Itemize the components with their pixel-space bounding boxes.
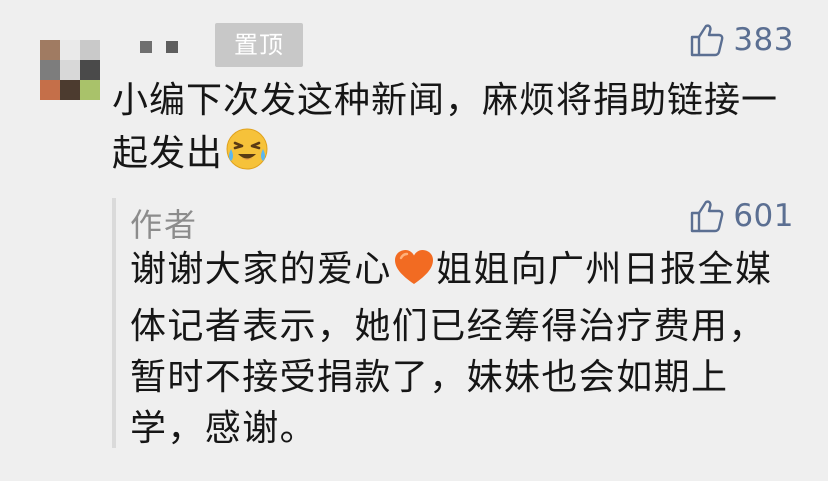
comment-like-count: 383: [733, 22, 794, 58]
reply-author-label[interactable]: 作者: [130, 200, 198, 246]
thumbs-up-icon: [691, 24, 724, 57]
reply-like-button[interactable]: 601: [689, 198, 794, 234]
orange-heart-icon: [393, 249, 435, 301]
avatar-tile: [40, 60, 60, 80]
avatar[interactable]: [40, 40, 100, 100]
avatar-tile: [80, 60, 100, 80]
avatar-tile: [80, 40, 100, 60]
reply-text-part-1: 谢谢大家的爱心: [130, 249, 392, 290]
comment-text-body: 小编下次发这种新闻，麻烦将捐助链接一起发出: [112, 80, 779, 174]
avatar-tile: [80, 80, 100, 100]
author-reply: 作者 谢谢大家的爱心 姐姐向广州日报全媒体记者表示，她们已经筹得治疗费用，暂时不…: [112, 198, 806, 449]
reply-text: 谢谢大家的爱心 姐姐向广州日报全媒体记者表示，她们已经筹得治疗费用，暂时不接受捐…: [130, 244, 790, 454]
pinned-badge: 置顶: [215, 23, 303, 67]
avatar-tile: [60, 80, 80, 100]
comment-text: 小编下次发这种新闻，麻烦将捐助链接一起发出: [112, 75, 802, 186]
comment-like-button[interactable]: 383: [689, 22, 794, 58]
thumbs-up-icon: [691, 200, 724, 233]
crying-laughing-face-icon: [225, 127, 269, 186]
avatar-tile: [40, 80, 60, 100]
comment-card: 置顶 383 小编下次发这种新闻，麻烦将捐助链接一起发出 作者 谢谢大家的爱心 …: [0, 0, 828, 481]
avatar-tile: [60, 40, 80, 60]
avatar-tile: [40, 40, 60, 60]
reply-like-count: 601: [733, 198, 794, 234]
avatar-tile: [60, 60, 80, 80]
